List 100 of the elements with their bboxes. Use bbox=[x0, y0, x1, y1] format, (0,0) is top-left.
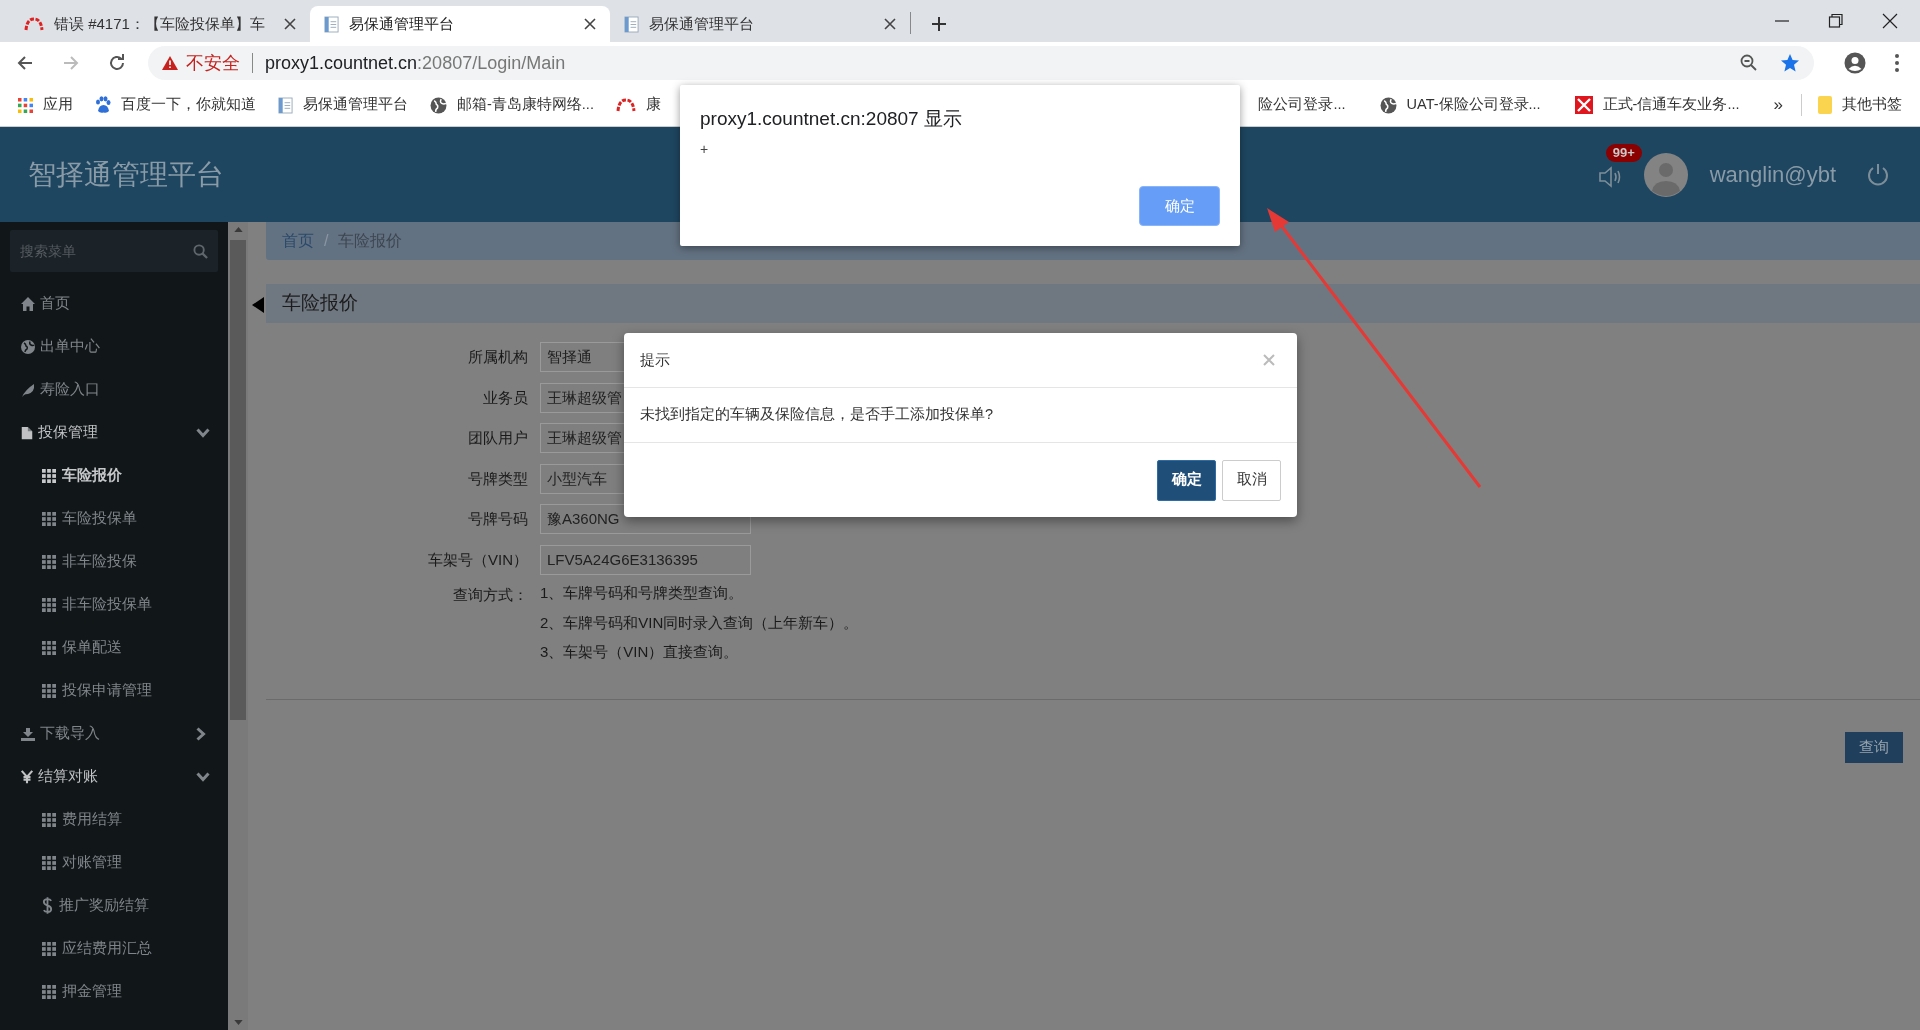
panel-title: 车险报价 bbox=[282, 291, 358, 316]
confirm-button[interactable]: 确定 bbox=[1157, 459, 1216, 501]
menu-item[interactable]: 对账管理 bbox=[0, 841, 228, 884]
bookmark[interactable]: 险公司登录... bbox=[1258, 94, 1346, 116]
scroll-down-icon[interactable] bbox=[233, 1020, 243, 1025]
cancel-button[interactable]: 取消 bbox=[1222, 459, 1281, 501]
bookmark[interactable]: 易保通管理平台 bbox=[278, 94, 408, 116]
download-icon bbox=[20, 725, 36, 742]
notification-badge: 99+ bbox=[1605, 143, 1642, 162]
zoom-out-icon[interactable] bbox=[1740, 54, 1758, 72]
grid-icon bbox=[42, 554, 56, 569]
document-icon bbox=[278, 96, 293, 114]
alert-title: proxy1.countnet.cn:20807 显示 bbox=[700, 107, 963, 131]
avatar-icon[interactable] bbox=[1643, 152, 1688, 197]
search-icon[interactable] bbox=[193, 243, 208, 259]
paw-icon bbox=[95, 96, 111, 114]
globe-icon bbox=[430, 96, 447, 114]
user-name[interactable]: wanglin@ybt bbox=[1709, 158, 1836, 191]
restore-icon[interactable] bbox=[1828, 13, 1844, 29]
field-label: 号牌类型 bbox=[467, 468, 529, 489]
menu-item[interactable]: 投保申请管理 bbox=[0, 669, 228, 712]
ok-button[interactable]: 确定 bbox=[1139, 186, 1220, 226]
close-icon[interactable] bbox=[284, 18, 296, 30]
apps-icon bbox=[18, 97, 33, 113]
browser-tab[interactable]: 易保通管理平台 bbox=[610, 6, 910, 42]
document-icon bbox=[20, 424, 34, 441]
menu-item[interactable]: 下载导入 bbox=[0, 712, 228, 755]
breadcrumb-separator: / bbox=[324, 231, 329, 251]
field-label: 查询方式： bbox=[452, 585, 529, 605]
menu-item[interactable]: 出单中心 bbox=[0, 325, 228, 368]
bookmark-folder[interactable]: 其他书签 bbox=[1818, 94, 1902, 116]
field-label: 团队用户 bbox=[467, 428, 529, 448]
warning-icon bbox=[162, 56, 178, 70]
field-label: 号牌号码 bbox=[467, 509, 529, 529]
bookmark[interactable]: 正式-信通车友业务... bbox=[1574, 94, 1740, 116]
bookmark[interactable]: 应用 bbox=[18, 94, 73, 116]
dollar-icon bbox=[42, 897, 53, 914]
bookmark[interactable]: 康 bbox=[615, 94, 661, 116]
grid-icon bbox=[42, 511, 56, 526]
close-icon[interactable] bbox=[584, 18, 596, 30]
menu-item[interactable]: 应结费用汇总 bbox=[0, 927, 228, 970]
document-icon bbox=[624, 15, 639, 33]
star-icon[interactable] bbox=[1780, 53, 1800, 73]
back-icon[interactable] bbox=[16, 54, 34, 72]
grid-icon bbox=[42, 640, 56, 655]
arch-icon bbox=[615, 98, 636, 112]
menu-icon[interactable] bbox=[1894, 53, 1900, 73]
bookmark[interactable]: 百度一下，你就知道 bbox=[95, 94, 256, 116]
close-icon[interactable] bbox=[884, 18, 896, 30]
help-text: 2、车牌号码和VIN同时录入查询（上年新车）。 bbox=[540, 612, 859, 633]
arch-icon bbox=[24, 17, 44, 31]
globe-icon bbox=[1379, 96, 1397, 114]
yen-icon bbox=[20, 768, 34, 785]
browser-tab[interactable]: 错误 #4171：【车险投保单】车 bbox=[10, 6, 310, 42]
grid-icon bbox=[42, 468, 56, 483]
chevron-right-icon bbox=[196, 726, 206, 741]
menu-item[interactable]: 首页 bbox=[0, 282, 228, 325]
dialog-message: 未找到指定的车辆及保险信息，是否手工添加投保单? bbox=[640, 405, 994, 425]
bookmark[interactable]: 邮箱-青岛康特网络... bbox=[430, 94, 594, 116]
menu-item[interactable]: 车险报价 bbox=[0, 454, 228, 497]
url-text: proxy1.countnet.cn:20807/Login/Main bbox=[265, 51, 566, 75]
grid-icon bbox=[42, 984, 56, 999]
field-label: 业务员 bbox=[482, 387, 529, 408]
menu-item[interactable]: 推广奖励结算 bbox=[0, 884, 228, 927]
more-bookmarks-button[interactable]: » bbox=[1773, 92, 1783, 118]
home-icon bbox=[20, 295, 36, 312]
cross-logo-icon bbox=[1574, 96, 1593, 114]
query-button[interactable]: 查询 bbox=[1845, 731, 1903, 763]
folder-icon bbox=[1818, 96, 1832, 114]
menu-item[interactable]: 投保管理 bbox=[0, 411, 228, 454]
app-title: 智择通管理平台 bbox=[28, 157, 224, 192]
account-icon[interactable] bbox=[1844, 52, 1866, 74]
scrollbar[interactable] bbox=[228, 222, 248, 1030]
field-label: 车架号（VIN） bbox=[427, 549, 529, 570]
globe-icon bbox=[20, 338, 36, 355]
menu-item[interactable]: 非车险投保 bbox=[0, 540, 228, 583]
menu-item[interactable]: 寿险入口 bbox=[0, 368, 228, 411]
menu-item[interactable]: 保单配送 bbox=[0, 626, 228, 669]
reload-icon[interactable] bbox=[108, 54, 126, 72]
input-field[interactable]: LFV5A24G6E3136395 bbox=[540, 544, 751, 575]
menu-item[interactable]: 结算对账 bbox=[0, 755, 228, 798]
address-bar[interactable]: 不安全 proxy1.countnet.cn:20807/Login/Main bbox=[148, 46, 1814, 80]
alert-message: + bbox=[700, 140, 710, 159]
power-icon[interactable] bbox=[1866, 162, 1890, 187]
menu-item[interactable]: 费用结算 bbox=[0, 798, 228, 841]
menu-item[interactable]: 非车险投保单 bbox=[0, 583, 228, 626]
menu-item[interactable]: 车险投保单 bbox=[0, 497, 228, 540]
grid-icon bbox=[42, 855, 56, 870]
scroll-up-icon[interactable] bbox=[233, 227, 243, 232]
menu-item[interactable]: 押金管理 bbox=[0, 970, 228, 1013]
help-text: 1、车牌号码和号牌类型查询。 bbox=[540, 583, 745, 603]
new-tab-icon[interactable] bbox=[931, 16, 947, 32]
browser-tab[interactable]: 易保通管理平台 bbox=[310, 6, 610, 42]
grid-icon bbox=[42, 683, 56, 698]
bookmark[interactable]: UAT-保险公司登录... bbox=[1379, 94, 1541, 116]
field-label: 所属机构 bbox=[467, 347, 529, 367]
chevron-down-icon bbox=[196, 427, 210, 438]
dialog-title: 提示 bbox=[640, 349, 671, 370]
close-icon[interactable] bbox=[1882, 13, 1898, 29]
collapse-icon[interactable] bbox=[252, 297, 264, 313]
